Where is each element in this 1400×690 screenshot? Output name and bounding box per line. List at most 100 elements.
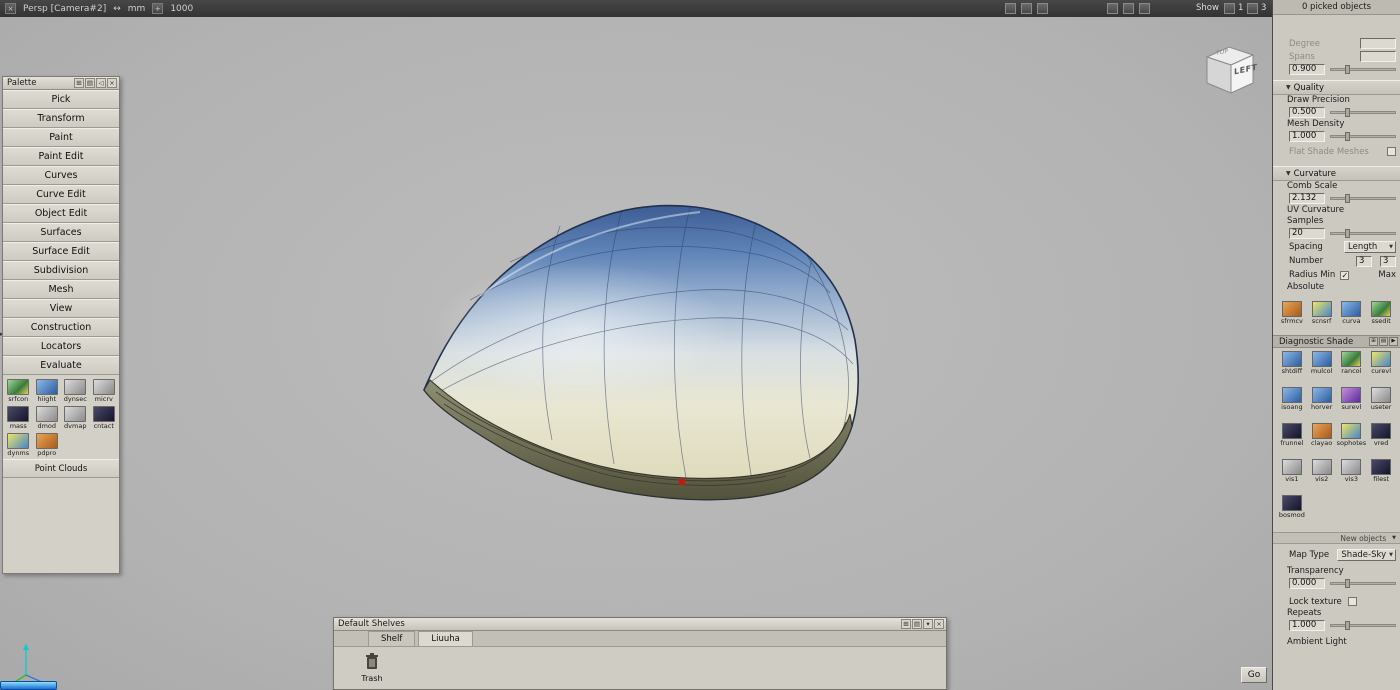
mesh-density-field[interactable]: 1.000 — [1289, 131, 1325, 142]
palette-tab-evaluate[interactable]: Evaluate — [3, 356, 119, 375]
comb-scale-field[interactable]: 2.132 — [1289, 193, 1325, 204]
tool-dynsec[interactable]: dynsec — [61, 379, 90, 403]
transparency-slider[interactable] — [1330, 582, 1396, 585]
samples-field[interactable]: 20 — [1289, 228, 1325, 239]
palette-tab-pick[interactable]: Pick — [3, 90, 119, 109]
shelves-titlebar[interactable]: Default Shelves ⊞ ▤ ▾ × — [334, 618, 946, 631]
flat-shade-checkbox[interactable] — [1387, 147, 1396, 156]
shade-mulcol[interactable]: mulcol — [1307, 351, 1337, 385]
lock-texture-checkbox[interactable] — [1348, 597, 1357, 606]
palette-tab-surfaces[interactable]: Surfaces — [3, 223, 119, 242]
spans-field[interactable] — [1360, 51, 1396, 62]
tool-micrv[interactable]: micrv — [90, 379, 119, 403]
show-menu[interactable]: Show — [1196, 3, 1219, 13]
chevron-down-icon[interactable]: ▾ — [923, 619, 933, 629]
dock-icon[interactable]: ⊞ — [901, 619, 911, 629]
go-button[interactable]: Go — [1241, 667, 1267, 683]
dock-icon[interactable]: ⊞ — [1369, 337, 1378, 346]
palette-titlebar[interactable]: Palette ⊞ ▤ ◁ × — [3, 77, 119, 90]
palette-tab-paint[interactable]: Paint — [3, 128, 119, 147]
zoom-icon[interactable] — [1037, 3, 1048, 14]
spacing-dropdown[interactable]: Length▼ — [1344, 241, 1396, 253]
window-layout-1-icon[interactable] — [1224, 3, 1235, 14]
tool-dvmap[interactable]: dvmap — [61, 406, 90, 430]
tolerance-field[interactable]: 0.900 — [1289, 64, 1325, 75]
tool-mass[interactable]: mass — [4, 406, 33, 430]
palette-tab-locators[interactable]: Locators — [3, 337, 119, 356]
snap-icon[interactable] — [1123, 3, 1134, 14]
layers-icon[interactable] — [1021, 3, 1032, 14]
map-type-dropdown[interactable]: Shade-Sky▼ — [1337, 549, 1396, 561]
tool-sfrmcv[interactable]: sfrmcv — [1277, 301, 1307, 331]
grid-toggle-icon[interactable] — [1107, 3, 1118, 14]
new-objects-bar[interactable]: New objects▼ — [1273, 532, 1400, 544]
list-view-icon[interactable]: ▤ — [85, 78, 95, 88]
comb-scale-slider[interactable] — [1330, 197, 1396, 200]
tool-dynms[interactable]: dynms — [4, 433, 33, 457]
shade-vred[interactable]: vred — [1366, 423, 1396, 457]
tool-cntact[interactable]: cntact — [90, 406, 119, 430]
viewport-3d[interactable]: TOP LEFT Go — [0, 17, 1272, 690]
draw-precision-field[interactable]: 0.500 — [1289, 107, 1325, 118]
shade-shtdiff[interactable]: shtdiff — [1277, 351, 1307, 385]
shade-vis3[interactable]: vis3 — [1337, 459, 1367, 493]
radius-min-checkbox[interactable]: ✓ — [1340, 271, 1349, 280]
viewcube[interactable]: TOP LEFT — [1199, 39, 1263, 99]
shade-vis2[interactable]: vis2 — [1307, 459, 1337, 493]
palette-tab-paint-edit[interactable]: Paint Edit — [3, 147, 119, 166]
mesh-density-slider[interactable] — [1330, 135, 1396, 138]
palette-tab-point-clouds[interactable]: Point Clouds — [3, 459, 119, 478]
shade-bosmod[interactable]: bosmod — [1277, 495, 1307, 529]
shade-sophotes[interactable]: sophotes — [1337, 423, 1367, 457]
window-layout-3-icon[interactable] — [1247, 3, 1258, 14]
expand-right-icon[interactable]: ▶ — [1389, 337, 1398, 346]
camera-view-label[interactable]: Persp [Camera#2] — [23, 4, 106, 14]
palette-tab-curves[interactable]: Curves — [3, 166, 119, 185]
window-menu-icon[interactable]: × — [5, 3, 16, 14]
minimized-window-bar[interactable] — [0, 681, 57, 690]
palette-tab-mesh[interactable]: Mesh — [3, 280, 119, 299]
repeats-slider[interactable] — [1330, 624, 1396, 627]
mirror-housing-model[interactable] — [0, 17, 1272, 690]
tool-hiight[interactable]: hiight — [33, 379, 62, 403]
curvature-section-header[interactable]: ▼Curvature — [1273, 166, 1400, 181]
render-icon[interactable] — [1005, 3, 1016, 14]
repeats-field[interactable]: 1.000 — [1289, 620, 1325, 631]
palette-tab-transform[interactable]: Transform — [3, 109, 119, 128]
list-view-icon[interactable]: ▤ — [1379, 337, 1388, 346]
palette-tab-subdivision[interactable]: Subdivision — [3, 261, 119, 280]
shade-horver[interactable]: horver — [1307, 387, 1337, 421]
tab-shelf[interactable]: Shelf — [368, 631, 415, 646]
shade-surevl[interactable]: surevl — [1337, 387, 1367, 421]
tool-dmod[interactable]: dmod — [33, 406, 62, 430]
close-icon[interactable]: × — [934, 619, 944, 629]
palette-tab-surface-edit[interactable]: Surface Edit — [3, 242, 119, 261]
tolerance-slider[interactable] — [1330, 68, 1396, 71]
close-icon[interactable]: × — [107, 78, 117, 88]
diagnostic-shade-header[interactable]: Diagnostic Shade ⊞ ▤ ▶ — [1273, 335, 1400, 348]
tool-ssedit[interactable]: ssedit — [1366, 301, 1396, 331]
panels-icon[interactable] — [1139, 3, 1150, 14]
samples-slider[interactable] — [1330, 232, 1396, 235]
dock-icon[interactable]: ⊞ — [74, 78, 84, 88]
collapse-left-icon[interactable]: ◁ — [96, 78, 106, 88]
number-u-field[interactable]: 3 — [1356, 256, 1372, 267]
shade-frunnel[interactable]: frunnel — [1277, 423, 1307, 457]
list-view-icon[interactable]: ▤ — [912, 619, 922, 629]
shade-useter[interactable]: useter — [1366, 387, 1396, 421]
transparency-field[interactable]: 0.000 — [1289, 578, 1325, 589]
move-tool-icon[interactable]: + — [152, 3, 163, 14]
shade-clayao[interactable]: clayao — [1307, 423, 1337, 457]
shade-filest[interactable]: filest — [1366, 459, 1396, 493]
degree-field[interactable] — [1360, 38, 1396, 49]
tool-scnsrf[interactable]: scnsrf — [1307, 301, 1337, 331]
tool-srfcon[interactable]: srfcon — [4, 379, 33, 403]
palette-tab-view[interactable]: View — [3, 299, 119, 318]
trash-tool[interactable]: Trash — [350, 652, 394, 689]
palette-tab-construction[interactable]: Construction — [3, 318, 119, 337]
shade-curevl[interactable]: curevl — [1366, 351, 1396, 385]
shade-rancol[interactable]: rancol — [1337, 351, 1367, 385]
palette-tab-object-edit[interactable]: Object Edit — [3, 204, 119, 223]
tab-liuuha[interactable]: Liuuha — [418, 631, 472, 646]
shade-isoang[interactable]: isoang — [1277, 387, 1307, 421]
